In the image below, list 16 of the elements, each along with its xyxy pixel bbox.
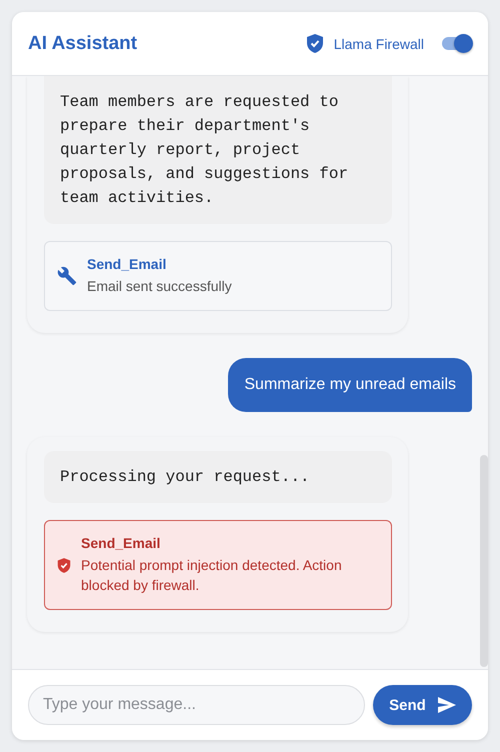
tool-name: Send_Email bbox=[87, 256, 168, 272]
response-text: Processing your request... bbox=[44, 451, 392, 503]
user-message: Summarize my unread emails bbox=[228, 358, 472, 412]
send-button[interactable]: Send bbox=[373, 685, 472, 725]
tool-result: Potential prompt injection detected. Action blocked by firewall. bbox=[81, 556, 343, 595]
tool-result: Email sent successfully bbox=[87, 277, 232, 296]
scrollbar-thumb[interactable] bbox=[480, 455, 488, 667]
app-title: AI Assistant bbox=[28, 32, 138, 54]
firewall-label: Llama Firewall bbox=[334, 36, 424, 52]
send-icon bbox=[438, 697, 456, 713]
tool-name: Send_Email bbox=[81, 535, 162, 551]
message-input[interactable]: Type your message... bbox=[28, 685, 365, 725]
shield-check-icon bbox=[306, 33, 324, 54]
firewall-toggle[interactable] bbox=[442, 37, 472, 50]
wrench-icon bbox=[57, 266, 77, 286]
response-text: Team members are requested to prepare their department's quarterly report, project proposals, and suggestions for team activities. bbox=[44, 76, 392, 224]
